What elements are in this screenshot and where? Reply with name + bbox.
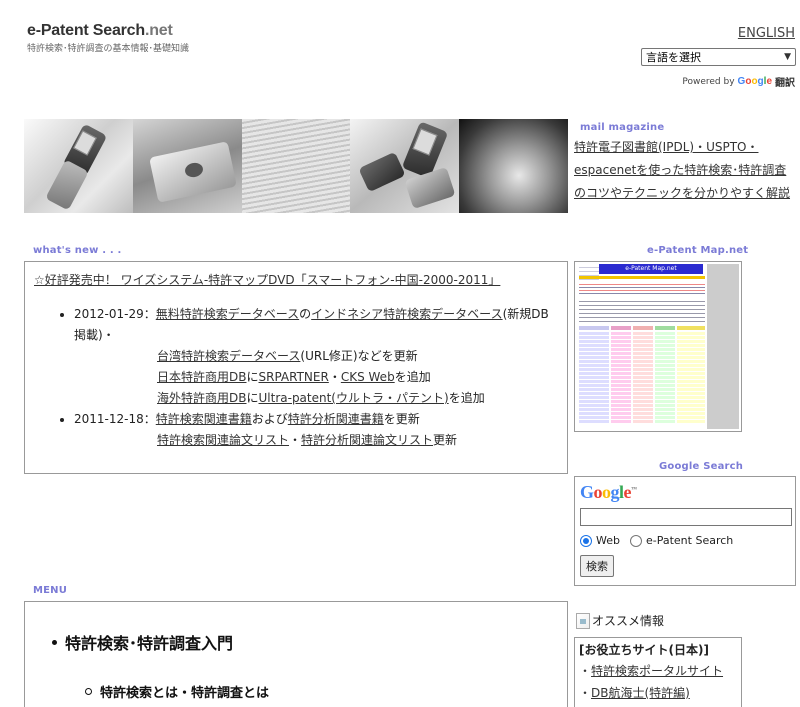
circle-bullet-icon xyxy=(85,688,92,695)
japan-commercial-db-link[interactable]: 日本特許商用DB xyxy=(157,370,246,384)
analysis-papers-list-link[interactable]: 特許分析関連論文リスト xyxy=(301,433,433,447)
language-select[interactable]: 言語を選択 ▼ xyxy=(641,48,796,66)
broken-image-icon xyxy=(576,612,590,629)
radio-web[interactable] xyxy=(580,534,592,547)
chevron-down-icon: ▼ xyxy=(784,52,791,62)
google-logo: Google xyxy=(737,76,772,87)
useful-sites-header: [お役立ちサイト(日本)] xyxy=(579,643,709,657)
news-item: 2011-12-18：特許検索関連書籍および特許分析関連書籍を更新 特許検索関連… xyxy=(74,409,558,451)
english-link[interactable]: ENGLISH xyxy=(738,26,795,41)
news-headline-link[interactable]: ☆好評発売中！ ワイズシステム-特許マップDVD「スマートフォン-中国-2000… xyxy=(34,271,558,288)
banner-image-flip-phone xyxy=(24,119,133,213)
map-thumbnail-title: e-Patent Map.net xyxy=(599,264,703,274)
e-patent-map-label: e-Patent Map.net xyxy=(647,245,749,256)
site-logo[interactable]: e-Patent Search.net xyxy=(27,22,173,40)
menu-item-intro[interactable]: 特許検索･特許調査入門 xyxy=(52,630,233,654)
banner-image-phone-keypad xyxy=(132,119,242,213)
patent-search-books-link[interactable]: 特許検索関連書籍 xyxy=(156,412,252,426)
recommended-info-image[interactable]: オススメ情報 xyxy=(576,612,664,629)
indonesia-db-link[interactable]: インドネシア特許検索データベース xyxy=(311,307,502,321)
banner-image-phones xyxy=(350,119,460,213)
cks-web-link[interactable]: CKS Web xyxy=(341,370,395,384)
e-patent-map-thumbnail[interactable]: e-Patent Map.net xyxy=(574,261,742,432)
search-papers-list-link[interactable]: 特許検索関連論文リスト xyxy=(157,433,289,447)
free-patent-db-link[interactable]: 無料特許検索データベース xyxy=(156,307,299,321)
search-button[interactable]: 検索 xyxy=(580,555,614,577)
bullet-icon xyxy=(52,639,57,645)
whats-new-box: ☆好評発売中！ ワイズシステム-特許マップDVD「スマートフォン-中国-2000… xyxy=(24,261,568,474)
google-search-label: Google Search xyxy=(659,461,744,472)
whats-new-label: what's new . . . xyxy=(33,245,122,256)
menu-subitem-what-is[interactable]: 特許検索とは・特許調査とは xyxy=(85,682,269,701)
patent-analysis-books-link[interactable]: 特許分析関連書籍 xyxy=(288,412,384,426)
radio-site[interactable] xyxy=(629,534,642,547)
list-item: ・DB航海士(特許編) xyxy=(579,686,690,700)
google-logo: Google™ xyxy=(580,482,637,502)
menu-label: MENU xyxy=(33,585,68,596)
portal-site-link[interactable]: 特許検索ポータルサイト xyxy=(591,664,723,678)
ultra-patent-link[interactable]: Ultra-patent(ウルトラ・パテント) xyxy=(259,391,449,405)
google-search-input[interactable] xyxy=(580,508,792,526)
menu-box: 特許検索･特許調査入門 特許検索とは・特許調査とは xyxy=(24,601,568,707)
useful-sites-box: [お役立ちサイト(日本)] ・特許検索ポータルサイト ・DB航海士(特許編) xyxy=(574,637,742,707)
google-search-box: Google™ Web e-Patent Search 検索 xyxy=(574,476,796,586)
db-navigator-link[interactable]: DB航海士(特許編) xyxy=(591,686,690,700)
news-item: 2012-01-29：無料特許検索データベースのインドネシア特許検索データベース… xyxy=(74,304,558,409)
header-banner-images xyxy=(24,119,568,213)
banner-image-laptop xyxy=(241,119,351,213)
banner-image-globe xyxy=(459,119,568,213)
srpartner-link[interactable]: SRPARTNER xyxy=(259,370,329,384)
powered-by-google-translate[interactable]: Powered by Google 翻訳 xyxy=(682,74,795,89)
taiwan-db-link[interactable]: 台湾特許検索データベース xyxy=(157,349,300,363)
mail-magazine-link[interactable]: 特許電子図書館(IPDL)・USPTO・espacenetを使った特許検索･特許… xyxy=(574,136,796,205)
list-item: ・特許検索ポータルサイト xyxy=(579,664,724,678)
mail-magazine-label: mail magazine xyxy=(580,122,665,133)
foreign-commercial-db-link[interactable]: 海外特許商用DB xyxy=(157,391,246,405)
site-tagline: 特許検索･特許調査の基本情報･基礎知識 xyxy=(27,44,190,54)
